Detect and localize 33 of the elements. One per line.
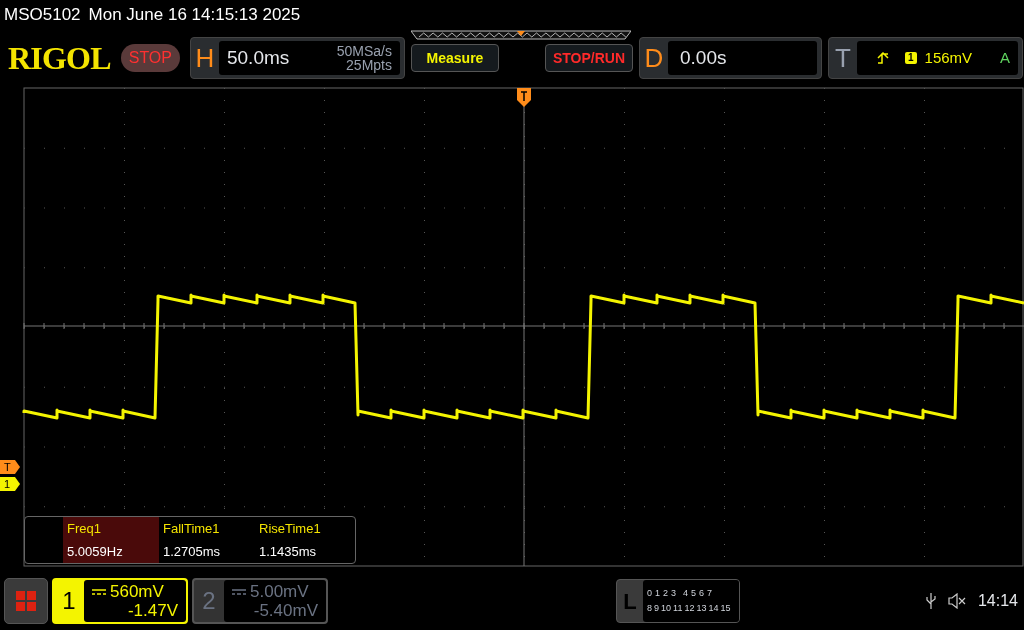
stop-run-button[interactable]: STOP/RUN xyxy=(545,44,633,72)
channel-button[interactable]: 1 560mV -1.47V xyxy=(52,578,188,624)
clock-time: 14:14 xyxy=(977,591,1018,611)
trigger-source: 1 xyxy=(905,52,917,64)
measurement-item[interactable]: RiseTime1 1.1435ms xyxy=(255,517,351,563)
dc-coupling-icon xyxy=(92,588,106,595)
sample-rate: 50MSa/s xyxy=(336,44,392,58)
delay-label: D xyxy=(643,41,665,75)
brand-logo: RIGOL xyxy=(8,42,111,74)
memory-depth: 25Mpts xyxy=(346,58,392,72)
measurement-item[interactable]: Freq1 5.0059Hz xyxy=(63,517,159,563)
dc-coupling-icon xyxy=(232,588,246,595)
horizontal-label: H xyxy=(194,41,216,75)
memory-timeline-icon xyxy=(411,30,631,40)
trigger-mode: A xyxy=(999,47,1010,68)
trigger-label: T xyxy=(834,41,852,75)
app-menu-button[interactable] xyxy=(4,578,48,624)
trigger-level-marker: T xyxy=(0,460,20,474)
model-name: MSO5102 xyxy=(4,4,81,27)
logic-analyzer-button[interactable]: L 0 1 2 3 4 5 6 7 8 9 10 11 12 13 14 15 xyxy=(616,579,740,623)
delay-value: 0.00s xyxy=(680,45,727,70)
timebase-value: 50.0ms xyxy=(227,45,290,70)
run-state-badge: STOP xyxy=(120,44,180,72)
measure-button[interactable]: Measure xyxy=(411,44,499,72)
grid-icon xyxy=(16,591,36,611)
speaker-muted-icon xyxy=(947,593,966,609)
date-time: Mon June 16 14:15:13 2025 xyxy=(88,4,301,27)
channel-marker: 1 xyxy=(0,477,20,491)
usb-icon xyxy=(925,593,936,609)
channel-button[interactable]: 2 5.00mV -5.40mV xyxy=(192,578,328,624)
trigger-level: 156mV xyxy=(924,47,973,68)
rising-edge-icon xyxy=(877,52,889,64)
measurement-item[interactable]: FallTime1 1.2705ms xyxy=(159,517,255,563)
